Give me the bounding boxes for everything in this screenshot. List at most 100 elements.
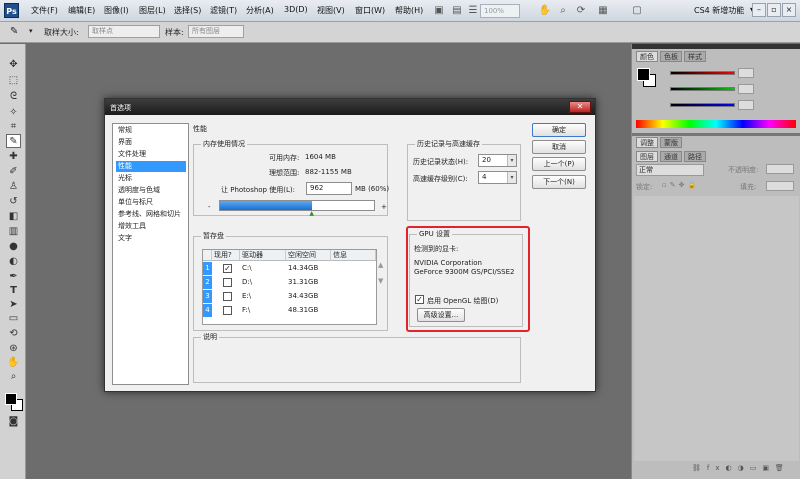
- brush-tool-icon[interactable]: ✐: [6, 165, 21, 179]
- tab-channels[interactable]: 通道: [660, 151, 682, 162]
- fill-field[interactable]: [766, 181, 794, 191]
- screen-mode-icon[interactable]: ▢: [630, 4, 644, 18]
- tab-paths[interactable]: 路径: [684, 151, 706, 162]
- category-units-rulers[interactable]: 单位与标尺: [116, 197, 186, 208]
- eyedropper-tool-icon[interactable]: ✎: [6, 134, 21, 148]
- tab-adjustments[interactable]: 调整: [636, 137, 658, 148]
- move-up-icon[interactable]: ▲: [378, 261, 383, 269]
- hand-tool-icon[interactable]: ✋: [538, 4, 552, 18]
- table-row[interactable]: 4 F:\ 48.31GB: [203, 304, 376, 317]
- healing-tool-icon[interactable]: ✚: [6, 150, 21, 164]
- arrange-docs-icon[interactable]: ▦: [596, 4, 610, 18]
- red-slider[interactable]: [670, 71, 735, 75]
- active-checkbox[interactable]: [223, 306, 232, 315]
- marquee-tool-icon[interactable]: ⬚: [6, 74, 21, 88]
- zoom-level[interactable]: 100%: [480, 4, 520, 18]
- active-checkbox[interactable]: [223, 292, 232, 301]
- tab-styles[interactable]: 样式: [684, 51, 706, 62]
- eyedropper-icon[interactable]: ✎: [10, 26, 18, 37]
- gradient-tool-icon[interactable]: ▥: [6, 225, 21, 239]
- ok-button[interactable]: 确定: [532, 123, 586, 137]
- category-type[interactable]: 文字: [116, 233, 186, 244]
- 3d-orbit-tool-icon[interactable]: ⊛: [6, 342, 21, 356]
- bridge-icon[interactable]: ▣: [432, 4, 446, 18]
- history-states-input[interactable]: 20 ▾: [478, 154, 517, 167]
- menu-layer[interactable]: 图层(L): [139, 5, 166, 16]
- green-value-field[interactable]: [738, 84, 754, 94]
- menu-help[interactable]: 帮助(H): [395, 5, 423, 16]
- next-button[interactable]: 下一个(N): [532, 175, 586, 189]
- crop-tool-icon[interactable]: ⌗: [6, 120, 21, 134]
- menu-image[interactable]: 图像(I): [104, 5, 129, 16]
- category-general[interactable]: 常规: [116, 125, 186, 136]
- category-interface[interactable]: 界面: [116, 137, 186, 148]
- red-value-field[interactable]: [738, 68, 754, 78]
- lasso-tool-icon[interactable]: ᘓ: [6, 90, 21, 104]
- stamp-tool-icon[interactable]: ♙: [6, 180, 21, 194]
- sample-size-select[interactable]: 取样点: [88, 25, 160, 38]
- pen-tool-icon[interactable]: ✒: [6, 270, 21, 284]
- tab-layers[interactable]: 图层: [636, 151, 658, 162]
- close-app-button[interactable]: ×: [782, 3, 796, 17]
- layer-footer-icons[interactable]: ⛓fx◐◑▭▣🗑: [692, 464, 790, 472]
- sample-select[interactable]: 所有图层: [188, 25, 244, 38]
- category-guides-grid[interactable]: 参考线、网格和切片: [116, 209, 186, 220]
- cache-levels-input[interactable]: 4 ▾: [478, 171, 517, 184]
- hand-tool-icon[interactable]: ✋: [6, 356, 21, 370]
- fg-color-box-front[interactable]: [637, 68, 650, 81]
- dialog-close-button[interactable]: ✕: [569, 101, 591, 113]
- chevron-down-icon[interactable]: ▾: [29, 27, 33, 35]
- table-row[interactable]: 1 ✓ C:\ 14.34GB: [203, 262, 376, 275]
- minibridge-icon[interactable]: ▤: [450, 4, 464, 18]
- shape-tool-icon[interactable]: ▭: [6, 312, 21, 326]
- active-checkbox[interactable]: [223, 278, 232, 287]
- category-performance[interactable]: 性能: [116, 161, 186, 172]
- lock-icons[interactable]: ▫✎✥🔒: [662, 181, 699, 189]
- memory-usage-slider[interactable]: [219, 200, 375, 211]
- menu-select[interactable]: 选择(S): [174, 5, 201, 16]
- table-row[interactable]: 3 E:\ 34.43GB: [203, 290, 376, 303]
- category-plugins[interactable]: 增效工具: [116, 221, 186, 232]
- layers-list[interactable]: [634, 196, 799, 461]
- blend-mode-select[interactable]: 正常: [636, 164, 704, 176]
- chevron-down-icon[interactable]: ▾: [507, 155, 516, 166]
- blur-tool-icon[interactable]: ●: [6, 240, 21, 254]
- memory-usage-input[interactable]: 962: [306, 182, 352, 195]
- memory-slider-thumb[interactable]: ▲: [309, 211, 315, 217]
- type-tool-icon[interactable]: T: [6, 284, 21, 298]
- move-down-icon[interactable]: ▼: [378, 277, 383, 285]
- chevron-down-icon[interactable]: ▾: [507, 172, 516, 183]
- move-tool-icon[interactable]: ✥: [6, 58, 21, 72]
- category-cursors[interactable]: 光标: [116, 173, 186, 184]
- maximize-button[interactable]: ▫: [767, 3, 781, 17]
- menu-file[interactable]: 文件(F): [31, 5, 58, 16]
- color-ramp[interactable]: [636, 120, 796, 128]
- blue-value-field[interactable]: [738, 100, 754, 110]
- green-slider[interactable]: [670, 87, 735, 91]
- dodge-tool-icon[interactable]: ◐: [6, 255, 21, 269]
- workspace-switcher[interactable]: CS4 新增功能: [694, 5, 744, 16]
- zoom-tool-icon[interactable]: ⌕: [556, 4, 570, 18]
- quick-mask-icon[interactable]: ◙: [6, 415, 21, 429]
- menu-analysis[interactable]: 分析(A): [246, 5, 274, 16]
- quick-select-tool-icon[interactable]: ✧: [6, 106, 21, 120]
- active-checkbox[interactable]: ✓: [223, 264, 232, 273]
- menu-window[interactable]: 窗口(W): [355, 5, 385, 16]
- minimize-button[interactable]: –: [752, 3, 766, 17]
- category-transparency[interactable]: 透明度与色域: [116, 185, 186, 196]
- table-row[interactable]: 2 D:\ 31.31GB: [203, 276, 376, 289]
- path-select-tool-icon[interactable]: ➤: [6, 298, 21, 312]
- opacity-field[interactable]: [766, 164, 794, 174]
- menu-view[interactable]: 视图(V): [317, 5, 345, 16]
- eraser-tool-icon[interactable]: ◧: [6, 210, 21, 224]
- tab-masks[interactable]: 蒙版: [660, 137, 682, 148]
- category-file-handling[interactable]: 文件处理: [116, 149, 186, 160]
- previous-button[interactable]: 上一个(P): [532, 157, 586, 171]
- 3d-rotate-tool-icon[interactable]: ⟲: [6, 327, 21, 341]
- cancel-button[interactable]: 取消: [532, 140, 586, 154]
- menu-3d[interactable]: 3D(D): [284, 5, 308, 14]
- foreground-color-swatch-top[interactable]: [5, 393, 17, 405]
- tab-swatches[interactable]: 色板: [660, 51, 682, 62]
- dialog-titlebar[interactable]: 首选项 ✕: [105, 99, 595, 115]
- blue-slider[interactable]: [670, 103, 735, 107]
